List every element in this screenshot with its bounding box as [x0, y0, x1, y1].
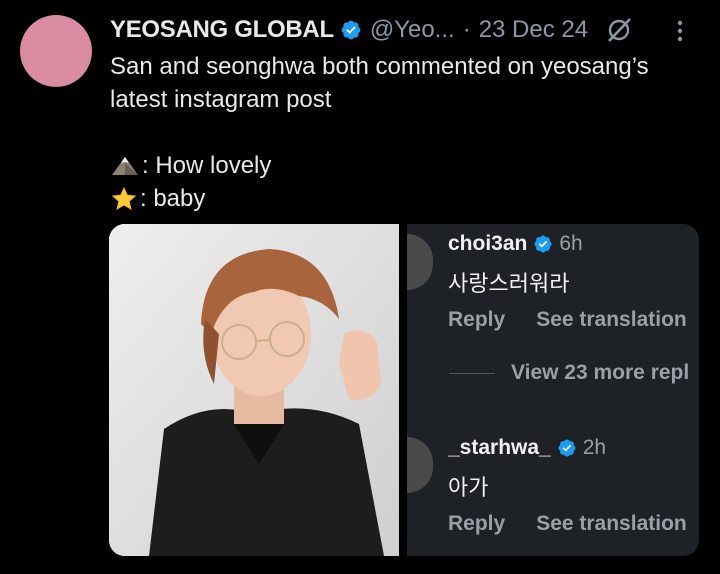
media-divider	[399, 224, 407, 556]
mountain-icon	[112, 156, 138, 175]
tweet-line-1: San and seonghwa both commented on yeosa…	[110, 53, 649, 80]
tweet-line-2: latest instagram post	[110, 86, 332, 113]
tweet-media-image[interactable]: choi3an 6h 사랑스러워라 Reply See translation …	[109, 224, 699, 556]
comment-2-time: 2h	[582, 436, 607, 459]
verified-badge-icon	[558, 439, 576, 457]
grok-icon[interactable]	[604, 15, 634, 45]
view-more-label[interactable]: View 23 more repl	[511, 361, 689, 385]
verified-badge-icon	[341, 20, 361, 40]
comment-2-username[interactable]: _starhwa_	[448, 436, 551, 460]
account-avatar[interactable]	[20, 15, 92, 87]
comment-2-reply-button[interactable]: Reply	[448, 512, 505, 536]
comment-1-actions: Reply See translation	[448, 308, 687, 332]
tweet-header: YEOSANG GLOBAL @Yeo... · 23 Dec 24	[110, 14, 690, 46]
commenter-avatar	[407, 437, 433, 493]
quote-1-text: : How lovely	[142, 152, 272, 179]
commenter-avatar	[407, 234, 433, 290]
comment-1-username[interactable]: choi3an	[448, 232, 527, 256]
comment-2-actions: Reply See translation	[448, 512, 687, 536]
comment-2-translate-button[interactable]: See translation	[536, 512, 687, 536]
separator-dot: ·	[462, 16, 471, 43]
comment-1-time: 6h	[559, 232, 583, 255]
quote-2-text: : baby	[140, 185, 206, 212]
account-handle[interactable]: @Yeo...	[370, 16, 455, 44]
view-more-line	[449, 372, 495, 374]
verified-badge-icon	[534, 235, 552, 253]
comment-1-text: 사랑스러워라	[448, 271, 570, 296]
comment-1-translate-button[interactable]: See translation	[536, 308, 687, 332]
tweet-body: San and seonghwa both commented on yeosa…	[110, 50, 690, 215]
more-options-icon[interactable]	[670, 18, 690, 44]
quote-line-2: : baby	[110, 182, 690, 215]
comment-2-text: 아가	[448, 475, 489, 500]
account-name[interactable]: YEOSANG GLOBAL	[110, 16, 334, 44]
instagram-comments-panel: choi3an 6h 사랑스러워라 Reply See translation …	[407, 224, 699, 556]
star-icon	[111, 186, 137, 210]
quote-line-1: : How lovely	[110, 149, 690, 182]
photo-person	[109, 224, 399, 556]
comment-1-user: choi3an 6h	[448, 232, 583, 256]
view-more-replies[interactable]: View 23 more repl	[449, 361, 689, 385]
comment-2-user: _starhwa_ 2h	[448, 436, 606, 460]
comment-1-reply-button[interactable]: Reply	[448, 308, 505, 332]
tweet-date[interactable]: 23 Dec 24	[479, 16, 588, 44]
